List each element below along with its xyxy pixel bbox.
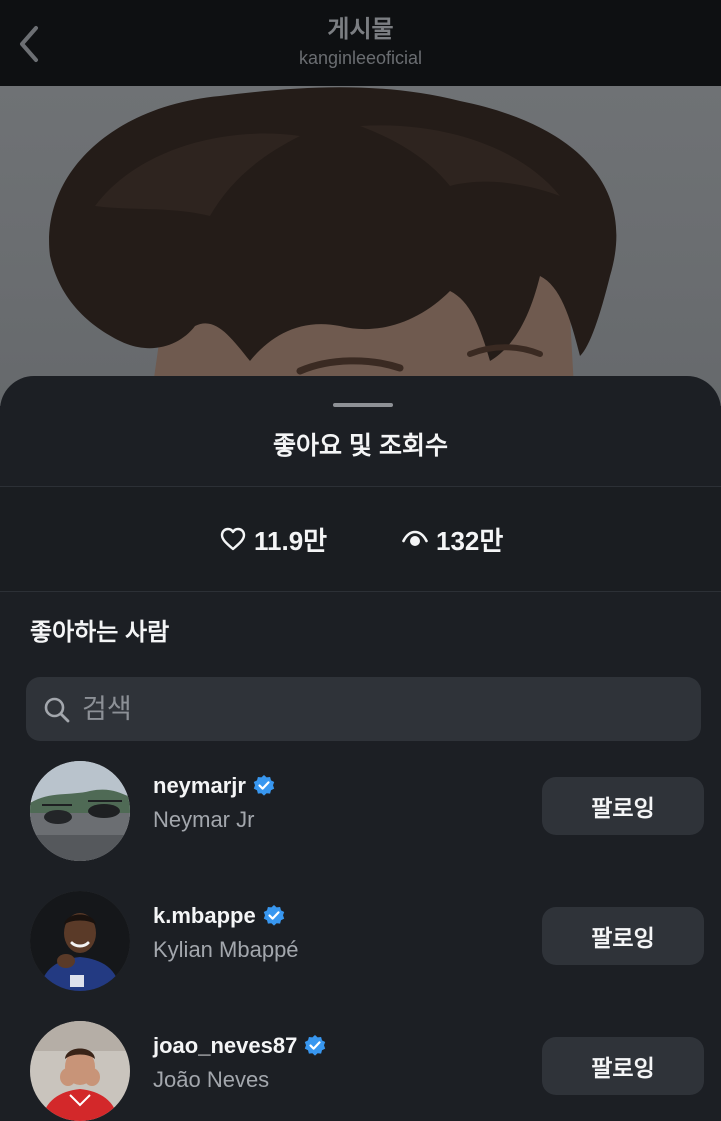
- username[interactable]: k.mbappe: [153, 901, 256, 931]
- chevron-left-icon: [20, 26, 38, 62]
- full-name: Kylian Mbappé: [153, 937, 299, 962]
- avatar[interactable]: [30, 1021, 130, 1121]
- full-name: Neymar Jr: [153, 807, 255, 832]
- views-stat: 132만: [402, 487, 503, 591]
- username-line: neymarjr: [153, 771, 276, 801]
- heart-icon: [220, 527, 246, 551]
- post-photo-image: [49, 87, 617, 406]
- full-name: João Neves: [153, 1067, 270, 1092]
- header-titles: 게시물 kanginleeoficial: [160, 14, 561, 70]
- username-line: joao_neves87: [153, 1031, 327, 1061]
- header-username: kanginleeoficial: [298, 48, 423, 68]
- list-item[interactable]: k.mbappe Kylian Mbappé 팔로잉: [0, 891, 721, 1021]
- post-header: 게시물 kanginleeoficial: [0, 0, 721, 86]
- avatar[interactable]: [30, 891, 130, 991]
- search-icon: [44, 697, 70, 723]
- username[interactable]: neymarjr: [153, 771, 246, 801]
- likers-section-title: 좋아하는 사람: [30, 619, 170, 646]
- following-button[interactable]: 팔로잉: [542, 907, 704, 965]
- stats-bar: 11.9만 132만: [0, 487, 721, 591]
- search-bar[interactable]: [26, 677, 701, 741]
- sheet-grabber[interactable]: [333, 403, 393, 407]
- post-photo: [0, 86, 721, 406]
- following-button[interactable]: 팔로잉: [542, 1037, 704, 1095]
- divider: [0, 591, 721, 592]
- search-input[interactable]: [82, 677, 682, 741]
- likes-count: 11.9만: [254, 525, 328, 556]
- following-button[interactable]: 팔로잉: [542, 777, 704, 835]
- likes-screen: 게시물 kanginleeoficial 좋아요 및 조회수 11.9만 132…: [0, 0, 721, 1121]
- username[interactable]: joao_neves87: [153, 1031, 297, 1061]
- eye-icon: [402, 530, 428, 546]
- username-line: k.mbappe: [153, 901, 286, 931]
- views-count: 132만: [436, 525, 504, 556]
- header-title: 게시물: [327, 16, 394, 43]
- avatar[interactable]: [30, 761, 130, 861]
- verified-badge-icon: [305, 1035, 326, 1056]
- verified-badge-icon: [263, 905, 284, 926]
- sheet-title: 좋아요 및 조회수: [273, 432, 448, 460]
- likes-sheet: 좋아요 및 조회수 11.9만 132만 좋아하는 사람 검색 neymarjr…: [0, 376, 721, 1121]
- likes-stat: 11.9만: [220, 487, 327, 591]
- verified-badge-icon: [253, 775, 275, 796]
- list-item[interactable]: joao_neves87 João Neves 팔로잉: [0, 1021, 721, 1121]
- list-item[interactable]: neymarjr Neymar Jr 팔로잉: [0, 761, 721, 891]
- back-button[interactable]: [10, 24, 46, 64]
